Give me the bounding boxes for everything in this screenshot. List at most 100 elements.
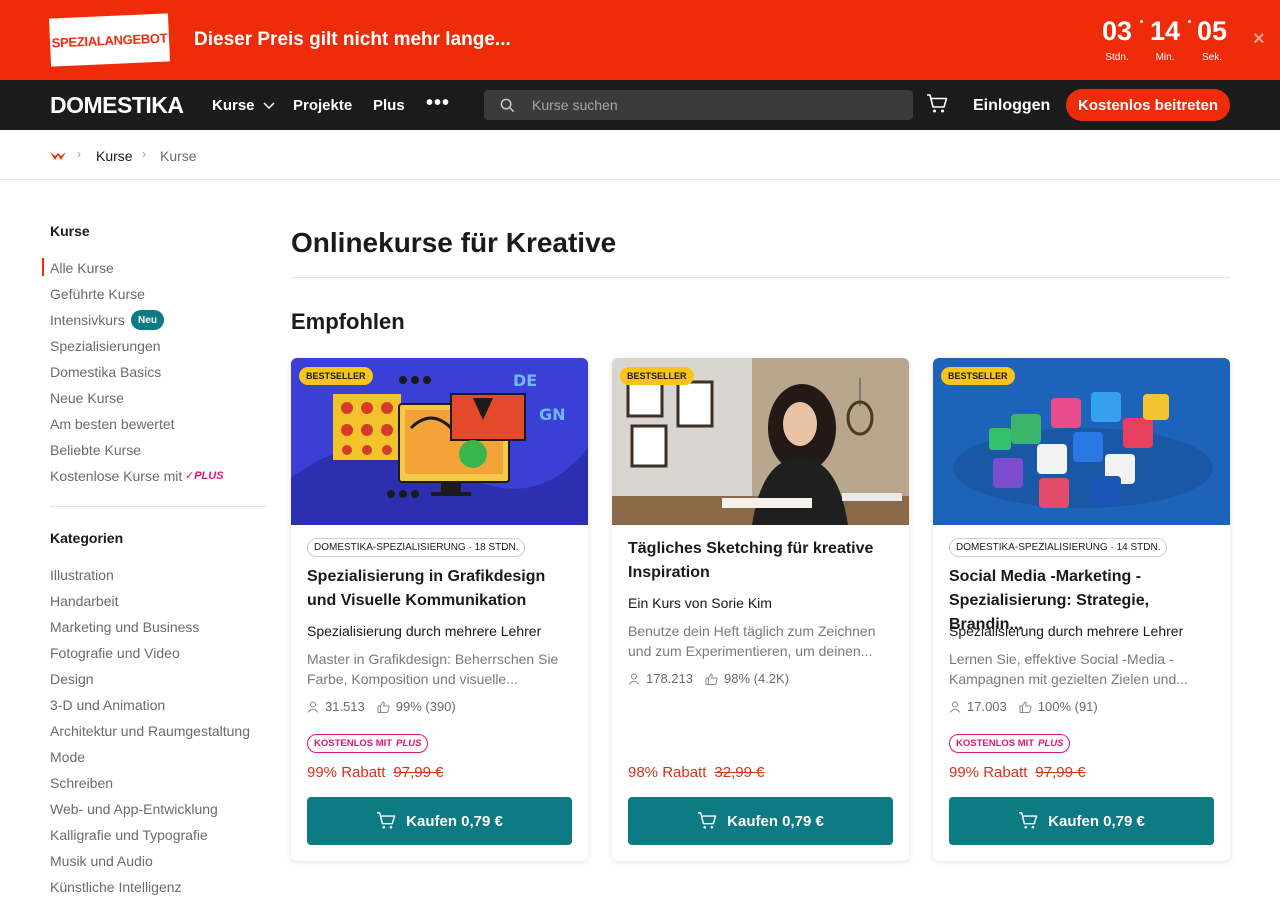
price-info: 99% Rabatt 97,99 € (949, 764, 1086, 781)
category-item[interactable]: Illustration (50, 567, 114, 583)
course-tag: DOMESTIKA-SPEZIALISIERUNG · 14 STDN. (949, 538, 1168, 557)
top-navigation: DOMESTIKA Kurse Projekte Plus ••• Einlog… (0, 80, 1280, 130)
more-menu-icon[interactable]: ••• (426, 92, 450, 115)
price-info: 99% Rabatt 97,99 € (307, 764, 444, 781)
category-item[interactable]: Schreiben (50, 775, 113, 791)
search-input[interactable] (532, 90, 892, 120)
category-item[interactable]: Web- und App-Entwicklung (50, 801, 218, 817)
login-link[interactable]: Einloggen (973, 97, 1050, 115)
special-offer-badge: SPEZIALANGEBOT (49, 13, 170, 67)
sidebar-heading-categories: Kategorien (50, 530, 124, 546)
svg-text:GN: GN (539, 405, 566, 424)
course-description: Master in Grafikdesign: Beherrschen Sie … (307, 651, 559, 687)
nav-item-plus[interactable]: Plus (373, 97, 405, 114)
category-item[interactable]: Handarbeit (50, 593, 119, 609)
plus-logo: ✓PLUS (185, 470, 224, 482)
search-icon (500, 98, 515, 113)
course-stats: 178.213 98% (4.2K) (628, 671, 789, 686)
course-title[interactable]: Spezialisierung in Grafikdesign und Visu… (307, 565, 577, 613)
sidebar-item-new-courses[interactable]: Neue Kurse (50, 390, 124, 406)
chevron-right-icon: › (77, 147, 81, 161)
category-item[interactable]: Architektur und Raumgestaltung (50, 723, 250, 739)
page-title: Onlinekurse für Kreative (291, 227, 617, 258)
course-stats: 17.003 100% (91) (949, 699, 1098, 714)
course-card[interactable]: BESTSELLER Tägliches Sketching für kreat… (612, 358, 909, 861)
nav-item-projekte[interactable]: Projekte (293, 97, 352, 114)
category-item[interactable]: Kalligrafie und Typografie (50, 827, 208, 843)
cart-icon[interactable] (926, 94, 948, 114)
timer-separator (1188, 20, 1191, 23)
timer-hours: 03 Stdn. (1102, 16, 1133, 63)
free-with-plus-badge: KOSTENLOS MIT PLUS (949, 734, 1071, 753)
price-info: 98% Rabatt 32,99 € (628, 764, 765, 781)
chevron-down-icon (263, 102, 275, 110)
category-item[interactable]: 3-D und Animation (50, 697, 165, 713)
bestseller-badge: BESTSELLER (941, 367, 1015, 385)
sidebar-item-basics[interactable]: Domestika Basics (50, 364, 161, 380)
promo-banner: SPEZIALANGEBOT Dieser Preis gilt nicht m… (0, 0, 1280, 80)
title-divider (291, 277, 1230, 278)
sidebar-item-free-with-plus[interactable]: Kostenlose Kurse mit (50, 468, 182, 484)
sidebar-item-top-rated[interactable]: Am besten bewertet (50, 416, 175, 432)
free-with-plus-badge: KOSTENLOS MIT PLUS (307, 734, 429, 753)
sidebar-item-guided-courses[interactable]: Geführte Kurse (50, 286, 145, 302)
course-description: Lernen Sie, effektive Social -Media -Kam… (949, 651, 1188, 687)
sidebar-item-popular[interactable]: Beliebte Kurse (50, 442, 141, 458)
sidebar-item-all-courses[interactable]: Alle Kurse (50, 260, 114, 276)
course-tag: DOMESTIKA-SPEZIALISIERUNG · 18 STDN. (307, 538, 526, 557)
sidebar-item-intensive[interactable]: Intensivkurs (50, 312, 125, 328)
svg-text:DE: DE (513, 371, 537, 390)
breadcrumb-item[interactable]: Kurse (96, 148, 133, 164)
buy-button[interactable]: Kaufen 0,79 € (628, 797, 893, 845)
course-title[interactable]: Tägliches Sketching für kreative Inspira… (628, 537, 898, 585)
thumbs-up-icon (1019, 700, 1032, 713)
buy-button[interactable]: Kaufen 0,79 € (307, 797, 572, 845)
active-indicator (42, 258, 44, 276)
nav-item-kurse[interactable]: Kurse (212, 97, 275, 114)
category-item[interactable]: Musik und Audio (50, 853, 153, 869)
breadcrumb-current: Kurse (160, 148, 197, 164)
course-author: Spezialisierung durch mehrere Lehrer (949, 623, 1184, 639)
course-thumbnail[interactable]: BESTSELLER (612, 358, 909, 525)
cart-icon (377, 812, 396, 829)
timer-separator (1140, 20, 1143, 23)
buy-button[interactable]: Kaufen 0,79 € (949, 797, 1214, 845)
domestika-logo[interactable]: DOMESTIKA (50, 92, 184, 119)
chevron-right-icon: › (142, 147, 146, 161)
new-badge: Neu (131, 310, 164, 330)
cart-icon (1019, 812, 1038, 829)
course-card[interactable]: BESTSELLER DOMESTIKA-SPEZIALISIERUNG · 1… (933, 358, 1230, 861)
bestseller-badge: BESTSELLER (299, 367, 373, 385)
cart-icon (698, 812, 717, 829)
thumbs-up-icon (377, 700, 390, 713)
sidebar-heading-courses: Kurse (50, 223, 90, 239)
promo-text: Dieser Preis gilt nicht mehr lange... (194, 29, 511, 50)
sidebar-item-specializations[interactable]: Spezialisierungen (50, 338, 161, 354)
home-icon[interactable] (50, 151, 66, 161)
category-item[interactable]: Marketing und Business (50, 619, 199, 635)
category-item[interactable]: Fotografie und Video (50, 645, 180, 661)
course-card[interactable]: DE GN BESTSELLER DOMESTIKA-SPEZIALISIERU… (291, 358, 588, 861)
course-author: Spezialisierung durch mehrere Lehrer (307, 623, 542, 639)
close-icon[interactable]: × (1253, 28, 1265, 51)
timer-minutes: 14 Min. (1150, 16, 1181, 63)
sidebar-divider (50, 506, 266, 507)
course-thumbnail[interactable]: DE GN BESTSELLER (291, 358, 588, 525)
user-icon (307, 701, 319, 713)
timer-seconds: 05 Sek. (1197, 16, 1228, 63)
join-button[interactable]: Kostenlos beitreten (1066, 89, 1230, 121)
user-icon (949, 701, 961, 713)
course-stats: 31.513 99% (390) (307, 699, 456, 714)
category-item[interactable]: Mode (50, 749, 85, 765)
breadcrumb: › Kurse › Kurse (0, 130, 1280, 180)
user-icon (628, 673, 640, 685)
course-description: Benutze dein Heft täglich zum Zeichnen u… (628, 623, 876, 659)
bestseller-badge: BESTSELLER (620, 367, 694, 385)
section-title: Empfohlen (291, 309, 405, 334)
course-author: Ein Kurs von Sorie Kim (628, 595, 772, 611)
course-thumbnail[interactable]: BESTSELLER (933, 358, 1230, 525)
thumbs-up-icon (705, 672, 718, 685)
search-bar[interactable] (484, 90, 913, 120)
category-item[interactable]: Design (50, 671, 94, 687)
category-item[interactable]: Künstliche Intelligenz (50, 879, 182, 895)
